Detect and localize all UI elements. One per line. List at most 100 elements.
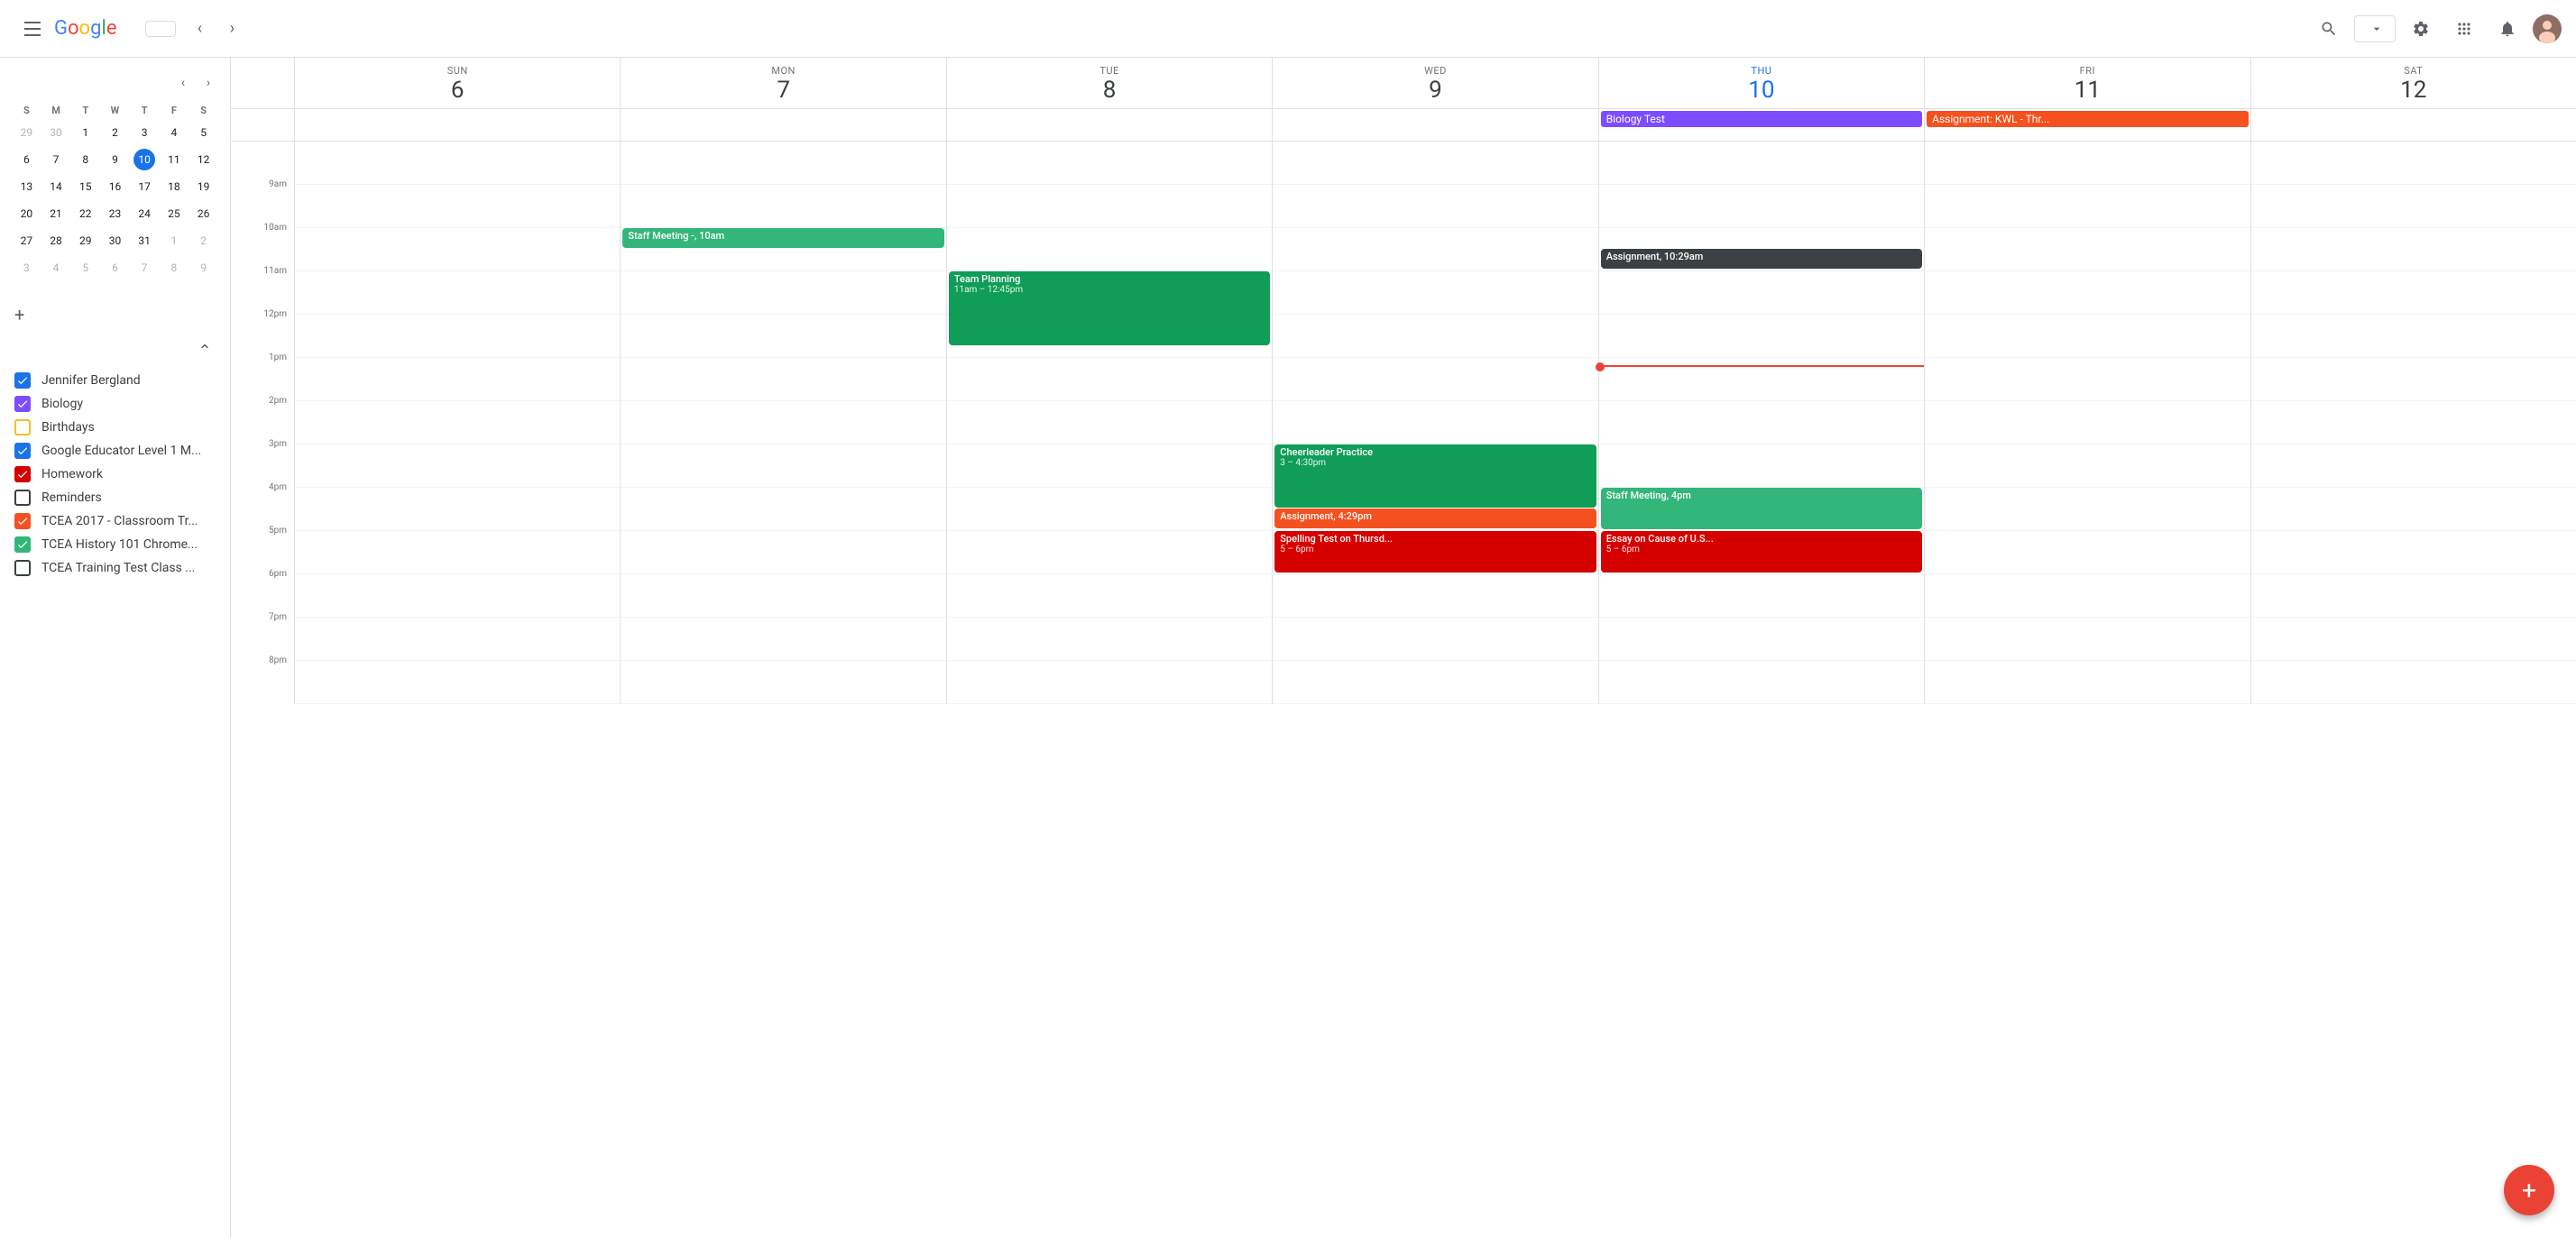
mini-cal-day[interactable]: 30 — [42, 120, 70, 145]
calendar-item[interactable]: Birthdays — [0, 416, 230, 439]
search-button[interactable] — [2311, 11, 2347, 47]
hour-slot[interactable] — [295, 315, 620, 358]
mini-cal-day[interactable]: 30 — [101, 228, 129, 253]
hour-slot[interactable] — [295, 618, 620, 661]
mini-cal-day[interactable]: 16 — [101, 174, 129, 199]
notifications-button[interactable] — [2489, 11, 2525, 47]
day-number[interactable]: 7 — [621, 77, 945, 105]
mini-cal-day[interactable]: 5 — [189, 120, 217, 145]
hour-slot[interactable] — [2251, 228, 2576, 271]
mini-cal-day[interactable]: 11 — [161, 147, 189, 172]
mini-cal-day[interactable]: 10 — [131, 147, 159, 172]
event-block[interactable]: Spelling Test on Thursd...5 – 6pm — [1274, 531, 1596, 573]
mini-cal-day[interactable]: 24 — [131, 201, 159, 226]
hour-slot[interactable] — [621, 142, 945, 185]
hour-slot[interactable] — [1599, 401, 1924, 444]
allday-cell[interactable] — [620, 109, 945, 141]
hour-slot[interactable] — [2251, 661, 2576, 704]
mini-cal-day[interactable]: 21 — [42, 201, 70, 226]
allday-cell[interactable]: Assignment: KWL - Thr... — [1924, 109, 2249, 141]
hour-slot[interactable] — [1273, 142, 1597, 185]
mini-cal-day[interactable]: 31 — [131, 228, 159, 253]
hour-slot[interactable] — [1273, 618, 1597, 661]
day-column[interactable]: Cheerleader Practice3 – 4:30pmAssignment… — [1272, 142, 1597, 704]
mini-cal-day[interactable]: 4 — [42, 255, 70, 280]
mini-cal-day[interactable]: 23 — [101, 201, 129, 226]
hour-slot[interactable] — [947, 574, 1272, 618]
hour-slot[interactable] — [1925, 401, 2249, 444]
day-column[interactable] — [294, 142, 620, 704]
calendar-checkbox[interactable] — [14, 466, 31, 482]
calendar-item[interactable]: Homework — [0, 463, 230, 486]
next-period-button[interactable]: › — [216, 13, 248, 45]
hour-slot[interactable] — [1599, 315, 1924, 358]
hour-slot[interactable] — [947, 444, 1272, 488]
hour-slot[interactable] — [1925, 618, 2249, 661]
hour-slot[interactable] — [1599, 142, 1924, 185]
calendar-item[interactable]: Biology — [0, 392, 230, 416]
calendar-checkbox[interactable] — [14, 536, 31, 553]
hour-slot[interactable] — [1273, 358, 1597, 401]
hour-slot[interactable] — [621, 271, 945, 315]
allday-cell[interactable] — [294, 109, 620, 141]
settings-button[interactable] — [2403, 11, 2439, 47]
apps-button[interactable] — [2446, 11, 2482, 47]
hour-slot[interactable] — [947, 358, 1272, 401]
event-block[interactable]: Assignment, 4:29pm — [1274, 509, 1596, 528]
hour-slot[interactable] — [2251, 401, 2576, 444]
calendar-checkbox[interactable] — [14, 443, 31, 459]
time-grid-container[interactable]: 9am10am11am12pm1pm2pm3pm4pm5pm6pm7pm8pm … — [231, 142, 2576, 1237]
event-block[interactable]: Essay on Cause of U.S...5 – 6pm — [1601, 531, 1922, 573]
mini-cal-day[interactable]: 15 — [71, 174, 99, 199]
event-block[interactable]: Team Planning11am – 12:45pm — [949, 271, 1270, 345]
hour-slot[interactable] — [2251, 574, 2576, 618]
allday-cell[interactable] — [1272, 109, 1597, 141]
allday-cell[interactable]: Biology Test — [1598, 109, 1924, 141]
hour-slot[interactable] — [1273, 661, 1597, 704]
calendar-checkbox[interactable] — [14, 372, 31, 389]
day-number[interactable]: 12 — [2251, 77, 2576, 105]
mini-cal-day[interactable]: 1 — [71, 120, 99, 145]
add-coworker-calendar[interactable]: + — [0, 297, 230, 333]
hour-slot[interactable] — [1273, 185, 1597, 228]
prev-period-button[interactable]: ‹ — [183, 13, 216, 45]
mini-cal-day[interactable]: 19 — [189, 174, 217, 199]
hour-slot[interactable] — [1925, 185, 2249, 228]
hour-slot[interactable] — [295, 358, 620, 401]
hour-slot[interactable] — [1599, 661, 1924, 704]
mini-cal-day[interactable]: 12 — [189, 147, 217, 172]
hour-slot[interactable] — [621, 661, 945, 704]
calendar-item[interactable]: TCEA 2017 - Classroom Tr... — [0, 509, 230, 533]
day-column[interactable] — [2250, 142, 2576, 704]
hour-slot[interactable] — [295, 661, 620, 704]
day-number[interactable]: 6 — [295, 77, 620, 105]
create-event-fab[interactable]: + — [2504, 1165, 2554, 1215]
mini-cal-day[interactable]: 8 — [161, 255, 189, 280]
mini-cal-day[interactable]: 14 — [42, 174, 70, 199]
day-column[interactable]: Staff Meeting -, 10am — [620, 142, 945, 704]
allday-event[interactable]: Biology Test — [1601, 111, 1922, 127]
mini-cal-day[interactable]: 20 — [13, 201, 41, 226]
hour-slot[interactable] — [2251, 271, 2576, 315]
day-column[interactable]: Team Planning11am – 12:45pm — [946, 142, 1272, 704]
today-button[interactable] — [145, 21, 176, 37]
calendar-item[interactable]: Jennifer Bergland — [0, 369, 230, 392]
mini-cal-day[interactable]: 6 — [13, 147, 41, 172]
hour-slot[interactable] — [1925, 661, 2249, 704]
hour-slot[interactable] — [2251, 358, 2576, 401]
hour-slot[interactable] — [1599, 271, 1924, 315]
calendar-checkbox[interactable] — [14, 560, 31, 576]
hour-slot[interactable] — [947, 185, 1272, 228]
calendar-item[interactable]: Reminders — [0, 486, 230, 509]
mini-cal-day[interactable]: 25 — [161, 201, 189, 226]
calendar-item[interactable]: TCEA History 101 Chrome... — [0, 533, 230, 556]
hour-slot[interactable] — [1599, 444, 1924, 488]
mini-cal-day[interactable]: 27 — [13, 228, 41, 253]
avatar[interactable] — [2533, 14, 2562, 43]
collapse-my-calendars[interactable]: ⌃ — [194, 340, 216, 362]
mini-cal-prev[interactable]: ‹ — [172, 72, 194, 94]
mini-cal-day[interactable]: 29 — [13, 120, 41, 145]
hour-slot[interactable] — [947, 401, 1272, 444]
hour-slot[interactable] — [621, 358, 945, 401]
mini-cal-next[interactable]: › — [198, 72, 219, 94]
